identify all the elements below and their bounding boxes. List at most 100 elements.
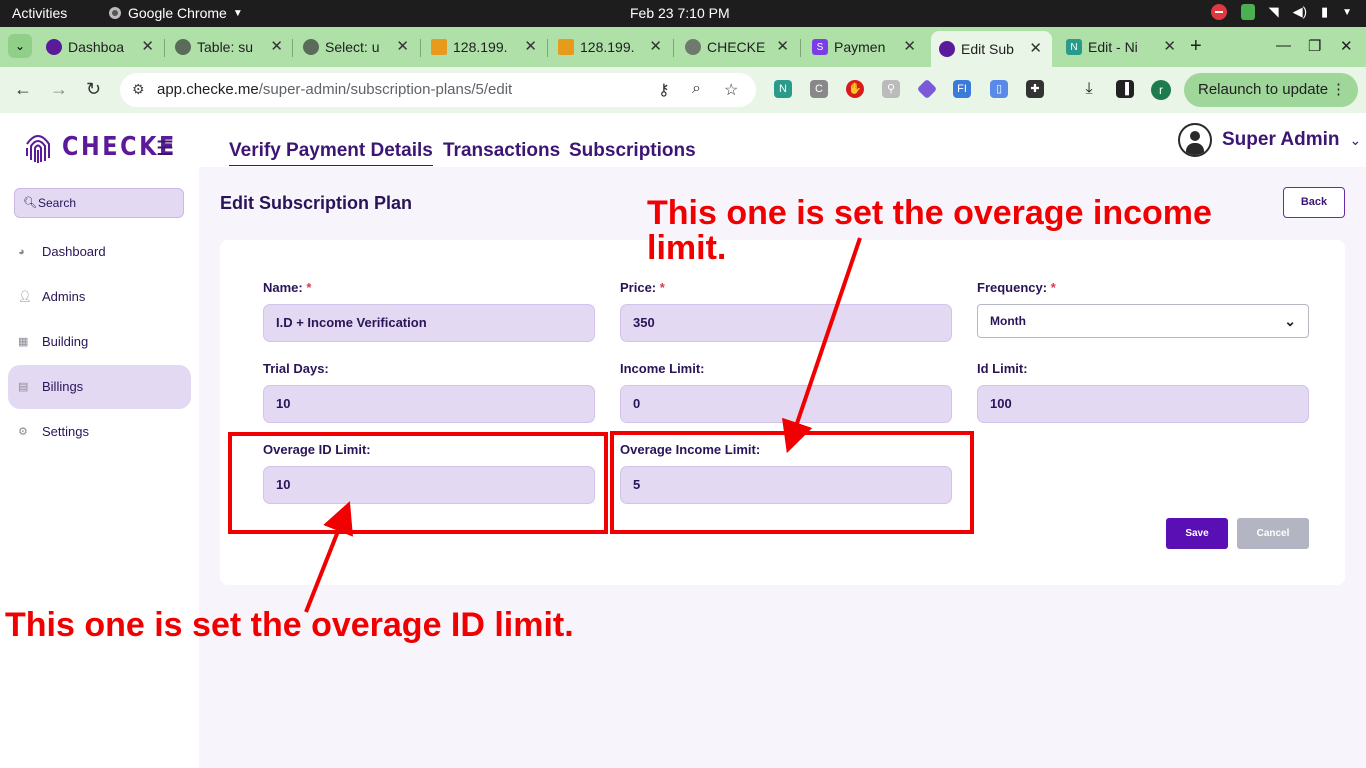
sidebar-item-dashboard[interactable]: ◕ Dashboard <box>8 230 191 274</box>
back-arrow-icon[interactable]: ← <box>14 79 32 99</box>
top-navigation: Verify Payment Details Transactions Subs… <box>199 113 1366 167</box>
tab-separator <box>164 39 165 57</box>
trial-days-input[interactable]: 10 <box>263 385 595 423</box>
tab-dashboard[interactable]: Dashboa ✕ <box>46 33 154 61</box>
close-icon[interactable]: ✕ <box>524 37 537 55</box>
cancel-button[interactable]: Cancel <box>1237 518 1309 549</box>
user-menu[interactable]: Super Admin ⌄ <box>1178 123 1361 157</box>
reload-icon[interactable]: ↻ <box>86 79 101 99</box>
volume-icon: ◀) <box>1292 4 1307 19</box>
system-tray[interactable]: ◥ ◀) ▮ ▼ <box>1210 4 1352 20</box>
tab-checke[interactable]: CHECKE ✕ <box>685 33 789 61</box>
url-path: /super-admin/subscription-plans/5/edit <box>258 81 513 98</box>
search-icon: 🔍︎ <box>23 197 37 209</box>
tab-table[interactable]: Table: su ✕ <box>175 33 283 61</box>
required-marker: * <box>1050 280 1056 295</box>
tab-edit-subscription[interactable]: Edit Sub ✕ <box>931 31 1052 67</box>
sidebar-item-label: Admins <box>42 289 86 304</box>
activities-button[interactable]: Activities <box>12 5 67 21</box>
address-bar[interactable]: ⚙ app.checke.me/super-admin/subscription… <box>120 73 756 107</box>
new-tab-button[interactable]: + <box>1190 36 1202 56</box>
checke-fingerprint-icon <box>46 39 62 55</box>
price-input[interactable]: 350 <box>620 304 952 342</box>
close-icon[interactable]: ✕ <box>1163 37 1176 55</box>
diamond-extension-icon[interactable] <box>916 78 938 100</box>
overage-id-annotation: This one is set the overage ID limit. <box>5 606 574 644</box>
tab-title: Table: su <box>197 39 254 55</box>
docs-extension-icon[interactable]: ▯ <box>990 80 1008 98</box>
save-button[interactable]: Save <box>1166 518 1228 549</box>
clock[interactable]: Feb 23 7:10 PM <box>630 5 730 21</box>
tab-phpmyadmin-1[interactable]: 128.199. ✕ <box>431 33 537 61</box>
relaunch-button[interactable]: Relaunch to update ⋮ <box>1184 73 1358 107</box>
sidebar-item-billings[interactable]: ▤ Billings <box>8 365 191 409</box>
close-icon[interactable]: ✕ <box>903 37 916 55</box>
bookmark-star-icon[interactable]: ☆ <box>724 80 738 100</box>
adblock-extension-icon[interactable]: ✋ <box>846 80 864 98</box>
maximize-window-button[interactable]: ❐ <box>1308 37 1321 55</box>
close-icon[interactable]: ✕ <box>649 37 662 55</box>
fingerprint-logo-icon <box>26 135 50 163</box>
tab-phpmyadmin-2[interactable]: 128.199. ✕ <box>558 33 662 61</box>
side-panel-icon[interactable]: ▐ <box>1116 80 1134 98</box>
search-input[interactable]: 🔍︎ Search <box>14 188 184 218</box>
nav-transactions[interactable]: Transactions <box>443 140 560 162</box>
sidebar-item-building[interactable]: ▦ Building <box>8 320 191 364</box>
tab-strip: ⌄ Dashboa ✕ Table: su ✕ Select: u ✕ 128.… <box>0 27 1366 67</box>
chevron-down-icon: ▼ <box>232 7 243 19</box>
sidebar-item-label: Dashboard <box>42 244 106 259</box>
id-limit-input[interactable]: 100 <box>977 385 1309 423</box>
tab-edit-notion[interactable]: N Edit - Ni ✕ <box>1066 33 1176 61</box>
overage-income-annotation: This one is set the overage income limit… <box>647 194 1212 267</box>
tab-title: Dashboa <box>68 39 125 55</box>
sidebar-item-settings[interactable]: ⚙ Settings <box>8 410 191 454</box>
profile-avatar[interactable]: r <box>1151 80 1171 100</box>
close-icon[interactable]: ✕ <box>776 37 789 55</box>
nav-subscriptions[interactable]: Subscriptions <box>569 140 696 162</box>
required-marker: * <box>659 280 665 295</box>
download-icon[interactable]: ⤓ <box>1080 80 1098 98</box>
back-button[interactable]: Back <box>1283 187 1345 218</box>
password-key-icon[interactable]: ⚷ <box>658 80 670 100</box>
notion-extension-icon[interactable]: N <box>774 80 792 98</box>
globe-icon <box>685 39 701 55</box>
sidebar-item-label: Billings <box>42 379 84 394</box>
close-icon[interactable]: ✕ <box>141 37 154 55</box>
close-icon[interactable]: ✕ <box>396 37 409 55</box>
close-icon[interactable]: ✕ <box>1029 39 1042 57</box>
tab-title: 128.199. <box>453 39 508 55</box>
site-info-icon[interactable]: ⚙ <box>132 81 145 98</box>
gears-icon: ⚙ <box>18 426 28 438</box>
search-placeholder: Search <box>38 196 77 210</box>
extensions-puzzle-icon[interactable]: ✚ <box>1026 80 1044 98</box>
minimize-window-button[interactable]: — <box>1276 37 1291 54</box>
zoom-icon[interactable]: ⌕ <box>692 80 701 98</box>
close-window-button[interactable]: ✕ <box>1340 37 1353 55</box>
forward-arrow-icon[interactable]: → <box>50 79 68 99</box>
required-marker: * <box>306 280 312 295</box>
url-text: app.checke.me/super-admin/subscription-p… <box>157 81 512 98</box>
tab-search-button[interactable]: ⌄ <box>8 34 32 58</box>
hamburger-menu-icon[interactable]: ☰ <box>156 139 174 159</box>
tab-separator <box>420 39 421 57</box>
name-input[interactable]: I.D + Income Verification <box>263 304 595 342</box>
tab-select[interactable]: Select: u ✕ <box>303 33 409 61</box>
tab-payment[interactable]: S Paymen ✕ <box>812 33 916 61</box>
price-label: Price: * <box>620 280 665 295</box>
frequency-value: Month <box>990 314 1026 328</box>
cycle-extension-icon[interactable]: ⚲ <box>882 80 900 98</box>
name-label-text: Name: <box>263 280 303 295</box>
app-menu[interactable]: Google Chrome ▼ <box>108 5 243 21</box>
chrome-icon <box>109 7 121 19</box>
sidebar-item-admins[interactable]: 👤︎ Admins <box>8 275 191 319</box>
c-extension-icon[interactable]: C <box>810 80 828 98</box>
user-name: Super Admin <box>1222 129 1340 150</box>
nav-verify-payment-details[interactable]: Verify Payment Details <box>229 140 433 166</box>
close-icon[interactable]: ✕ <box>270 37 283 55</box>
more-vert-icon: ⋮ <box>1331 81 1346 98</box>
sidebar: CHECKE ☰ 🔍︎ Search ◕ Dashboard 👤︎ Admins… <box>0 113 199 768</box>
income-limit-input[interactable]: 0 <box>620 385 952 423</box>
browser-toolbar: ← → ↻ ⚙ app.checke.me/super-admin/subscr… <box>0 67 1366 113</box>
fi-extension-icon[interactable]: FI <box>953 80 971 98</box>
frequency-select[interactable]: Month ⌄ <box>977 304 1309 338</box>
